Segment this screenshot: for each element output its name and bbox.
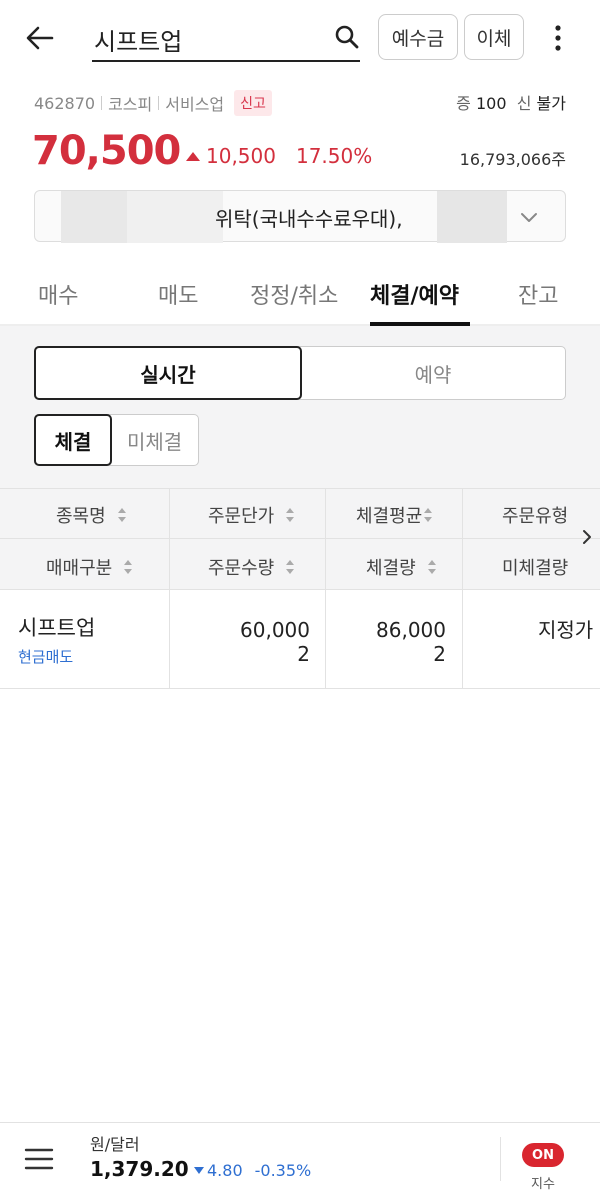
- credit-label: 신: [516, 94, 532, 113]
- fx-change-percent: -0.35%: [254, 1161, 312, 1180]
- back-arrow-icon[interactable]: [24, 22, 56, 54]
- new-listing-badge: 신고: [234, 90, 272, 116]
- search-icon[interactable]: [334, 24, 360, 50]
- col-divider: [325, 488, 326, 688]
- tab-executions[interactable]: 체결/예약: [370, 278, 459, 310]
- menu-icon[interactable]: [24, 1147, 54, 1171]
- deposit-button[interactable]: 예수금: [378, 14, 458, 60]
- header-trade-side[interactable]: 매매구분: [46, 554, 134, 580]
- stock-search-field[interactable]: 시프트업: [92, 14, 360, 62]
- tab-modify-cancel[interactable]: 정정/취소: [250, 278, 338, 310]
- stock-market: 코스피: [108, 95, 153, 114]
- sort-icon[interactable]: [424, 508, 434, 522]
- header-label: 체결량: [366, 558, 416, 579]
- row-filled-qty: 2: [433, 642, 446, 666]
- segment-reserve[interactable]: 예약: [301, 347, 565, 399]
- price-change: 10,500 17.50%: [186, 144, 372, 168]
- header-order-price[interactable]: 주문단가: [208, 502, 296, 528]
- header-label: 종목명: [56, 506, 106, 527]
- col-divider: [169, 488, 170, 688]
- down-triangle-icon: [194, 1167, 204, 1174]
- row-trade-side: 현금매도: [18, 648, 74, 666]
- margin-info: 증 100 신 불가: [456, 90, 566, 114]
- sort-icon[interactable]: [286, 508, 296, 522]
- row-order-type: 지정가: [538, 618, 594, 642]
- order-tabs: 매수 매도 정정/취소 체결/예약 잔고: [0, 266, 600, 326]
- header: 시프트업 예수금 이체: [0, 0, 600, 80]
- row-divider: [0, 688, 600, 689]
- sort-icon[interactable]: [427, 560, 438, 574]
- margin-label: 증: [456, 94, 471, 113]
- scroll-right-icon[interactable]: [580, 528, 594, 546]
- tab-balance[interactable]: 잔고: [518, 278, 558, 310]
- index-toggle-caption: 지수: [531, 1177, 555, 1191]
- header-unfilled-qty: 미체결량: [502, 554, 568, 580]
- chevron-down-icon[interactable]: [519, 207, 539, 227]
- trade-volume: 16,793,066주: [459, 150, 566, 169]
- masked-account-number: [127, 191, 223, 243]
- header-order-type: 주문유형: [502, 502, 568, 528]
- header-label: 미체결량: [502, 558, 569, 579]
- header-label: 체결평균: [356, 506, 423, 527]
- header-stock-name[interactable]: 종목명: [56, 502, 128, 528]
- fx-value: 1,379.20: [90, 1157, 189, 1181]
- header-avg-price[interactable]: 체결평균: [356, 502, 434, 528]
- fx-label: 원/달러: [90, 1135, 140, 1154]
- chip-unexecuted[interactable]: 미체결: [111, 415, 198, 465]
- sort-icon[interactable]: [286, 560, 296, 574]
- header-filled-qty[interactable]: 체결량: [366, 554, 438, 580]
- account-type: 위탁(국내수수료우대),: [215, 207, 403, 231]
- search-text[interactable]: 시프트업: [94, 22, 182, 57]
- stock-code: 462870: [34, 93, 96, 113]
- header-order-qty[interactable]: 주문수량: [208, 554, 296, 580]
- header-divider: [0, 538, 600, 539]
- margin-value: 100: [476, 94, 507, 113]
- sort-icon[interactable]: [117, 508, 128, 522]
- index-ticker-toggle[interactable]: ON: [522, 1143, 564, 1167]
- fx-change: 4.80 -0.35%: [194, 1161, 311, 1180]
- up-triangle-icon: [186, 151, 200, 161]
- row-order-qty: 2: [297, 642, 310, 666]
- transfer-button[interactable]: 이체: [464, 14, 524, 60]
- tab-sell[interactable]: 매도: [158, 278, 198, 310]
- realtime-reserve-toggle: 실시간 예약: [34, 346, 566, 400]
- col-divider: [462, 488, 463, 688]
- current-price: 70,500: [32, 128, 181, 174]
- account-selector[interactable]: 위탁(국내수수료우대),: [34, 190, 566, 243]
- divider: [101, 96, 103, 110]
- row-avg-price: 86,000: [376, 618, 446, 642]
- sort-icon[interactable]: [124, 560, 134, 574]
- change-amount: 10,500: [206, 144, 276, 168]
- bottom-bar: 원/달러 1,379.20 4.80 -0.35% ON 지수: [0, 1122, 600, 1191]
- execution-filter: 체결 미체결: [34, 414, 200, 466]
- row-order-price: 60,000: [240, 618, 310, 642]
- header-label: 주문단가: [208, 506, 275, 527]
- segment-realtime[interactable]: 실시간: [34, 346, 302, 400]
- divider: [500, 1137, 501, 1181]
- tab-buy[interactable]: 매수: [38, 278, 78, 310]
- stock-meta: 462870 코스피 서비스업 신고: [34, 90, 272, 116]
- credit-value: 불가: [536, 94, 566, 113]
- header-label: 주문유형: [502, 506, 569, 527]
- divider: [158, 96, 160, 110]
- header-label: 주문수량: [208, 558, 275, 579]
- header-label: 매매구분: [46, 558, 113, 579]
- fx-change-amount: 4.80: [207, 1161, 243, 1180]
- more-options-icon[interactable]: [546, 22, 570, 54]
- change-percent: 17.50%: [295, 144, 373, 168]
- row-stock-name: 시프트업: [18, 616, 96, 640]
- chip-executed[interactable]: 체결: [34, 414, 112, 466]
- stock-sector: 서비스업: [165, 95, 225, 114]
- masked-account-owner: [437, 191, 507, 243]
